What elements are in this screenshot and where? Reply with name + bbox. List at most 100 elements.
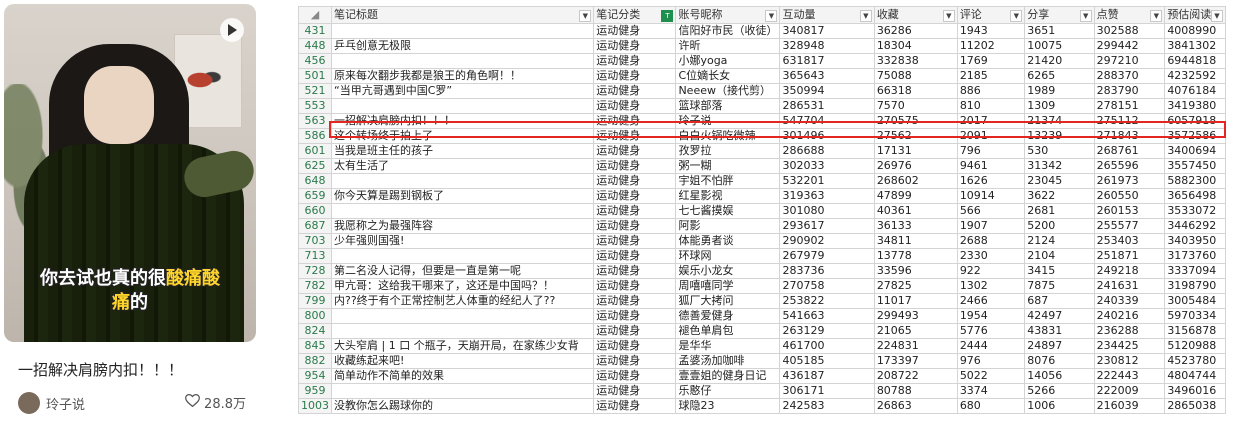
row-number[interactable]: 959	[298, 383, 332, 399]
account-cell[interactable]: 褪色单肩包	[675, 323, 781, 339]
account-cell[interactable]: C位嫡长女	[675, 68, 781, 84]
note-title-cell[interactable]: 原来每次翻步我都是狼王的角色啊！！	[330, 68, 595, 84]
likes-cell[interactable]: 255577	[1093, 218, 1166, 234]
category-cell[interactable]: 运动健身	[593, 383, 677, 399]
comments-cell[interactable]: 976	[956, 353, 1026, 369]
comments-cell[interactable]: 2091	[956, 128, 1026, 144]
likes-cell[interactable]: 278151	[1093, 98, 1166, 114]
author-name[interactable]: 玲子说	[46, 394, 85, 413]
engagement-cell[interactable]: 328948	[779, 38, 875, 54]
row-number[interactable]: 660	[298, 203, 332, 219]
note-title-cell[interactable]: 我愿称之为最强阵容	[330, 218, 595, 234]
account-cell[interactable]: 体能勇者谈	[675, 233, 781, 249]
favorites-cell[interactable]: 17131	[873, 143, 958, 159]
row-number[interactable]: 728	[298, 263, 332, 279]
note-title-cell[interactable]	[330, 23, 595, 39]
favorites-cell[interactable]: 332838	[873, 53, 958, 69]
row-number[interactable]: 448	[298, 38, 332, 54]
engagement-cell[interactable]: 436187	[779, 368, 875, 384]
favorites-cell[interactable]: 26976	[873, 158, 958, 174]
likes-cell[interactable]: 241631	[1093, 278, 1166, 294]
table-row[interactable]: 800 运动健身 德善爱健身 541663 299493 1954 42497 240216 5…	[298, 308, 1226, 324]
comments-cell[interactable]: 566	[956, 203, 1026, 219]
comments-cell[interactable]: 1907	[956, 218, 1026, 234]
engagement-cell[interactable]: 547704	[779, 113, 875, 129]
shares-cell[interactable]: 1309	[1024, 98, 1095, 114]
favorites-cell[interactable]: 27562	[873, 128, 958, 144]
row-number[interactable]: 687	[298, 218, 332, 234]
likes-cell[interactable]: 222443	[1093, 368, 1166, 384]
likes-cell[interactable]: 268761	[1093, 143, 1166, 159]
filter-dropdown-icon[interactable]: ▼	[765, 10, 778, 22]
comments-cell[interactable]: 2017	[956, 113, 1026, 129]
table-row[interactable]: 501 原来每次翻步我都是狼王的角色啊！！ 运动健身 C位嫡长女 365643 75088…	[298, 68, 1226, 84]
account-cell[interactable]: 孟婆汤加咖啡	[675, 353, 781, 369]
video-thumbnail[interactable]: 你去试也真的很酸痛酸 痛的	[4, 4, 256, 342]
row-number[interactable]: 601	[298, 143, 332, 159]
row-number[interactable]: 782	[298, 278, 332, 294]
account-cell[interactable]: 许昕	[675, 38, 781, 54]
column-header[interactable]: 笔记分类 T	[593, 6, 677, 24]
account-cell[interactable]: 孜罗拉	[675, 143, 781, 159]
favorites-cell[interactable]: 299493	[873, 308, 958, 324]
category-cell[interactable]: 运动健身	[593, 38, 677, 54]
engagement-cell[interactable]: 532201	[779, 173, 875, 189]
category-cell[interactable]: 运动健身	[593, 248, 677, 264]
comments-cell[interactable]: 2330	[956, 248, 1026, 264]
category-cell[interactable]: 运动健身	[593, 218, 677, 234]
shares-cell[interactable]: 24897	[1024, 338, 1095, 354]
account-cell[interactable]: 红星影视	[675, 188, 781, 204]
note-title-cell[interactable]	[330, 173, 595, 189]
favorites-cell[interactable]: 224831	[873, 338, 958, 354]
comments-cell[interactable]: 1954	[956, 308, 1026, 324]
category-cell[interactable]: 运动健身	[593, 188, 677, 204]
shares-cell[interactable]: 3622	[1024, 188, 1095, 204]
favorites-cell[interactable]: 11017	[873, 293, 958, 309]
category-cell[interactable]: 运动健身	[593, 53, 677, 69]
table-row[interactable]: 824 运动健身 褪色单肩包 263129 21065 5776 43831 236288 31…	[298, 323, 1226, 339]
likes-cell[interactable]: 260153	[1093, 203, 1166, 219]
favorites-cell[interactable]: 33596	[873, 263, 958, 279]
note-title-cell[interactable]: 没教你怎么踢球你的	[330, 398, 595, 414]
shares-cell[interactable]: 21374	[1024, 113, 1095, 129]
row-number[interactable]: 648	[298, 173, 332, 189]
est-reads-cell[interactable]: 5970334	[1164, 308, 1226, 324]
account-cell[interactable]: 阿影	[675, 218, 781, 234]
column-header[interactable]: 收藏 ▼	[873, 6, 958, 24]
favorites-cell[interactable]: 36133	[873, 218, 958, 234]
est-reads-cell[interactable]: 3400694	[1164, 143, 1226, 159]
est-reads-cell[interactable]: 3496016	[1164, 383, 1226, 399]
table-row[interactable]: 687 我愿称之为最强阵容 运动健身 阿影 293617 36133 1907 5200 255…	[298, 218, 1226, 234]
note-title-cell[interactable]: 乒乓创意无极限	[330, 38, 595, 54]
shares-cell[interactable]: 21420	[1024, 53, 1095, 69]
note-title-cell[interactable]	[330, 53, 595, 69]
note-title-cell[interactable]: 太有生活了	[330, 158, 595, 174]
likes-cell[interactable]: 236288	[1093, 323, 1166, 339]
shares-cell[interactable]: 2124	[1024, 233, 1095, 249]
filter-dropdown-icon[interactable]: ▼	[1211, 10, 1223, 22]
note-title-cell[interactable]	[330, 383, 595, 399]
column-header[interactable]: 评论 ▼	[956, 6, 1026, 24]
category-cell[interactable]: 运动健身	[593, 263, 677, 279]
likes-cell[interactable]: 297210	[1093, 53, 1166, 69]
favorites-cell[interactable]: 7570	[873, 98, 958, 114]
table-row[interactable]: 782 甲亢哥：这给我干哪来了，这还是中国吗？！ 运动健身 周嘻嘻同学 270758 27…	[298, 278, 1226, 294]
est-reads-cell[interactable]: 2865038	[1164, 398, 1226, 414]
est-reads-cell[interactable]: 3005484	[1164, 293, 1226, 309]
note-title-cell[interactable]: 收藏练起来吧!	[330, 353, 595, 369]
row-number[interactable]: 625	[298, 158, 332, 174]
category-cell[interactable]: 运动健身	[593, 113, 677, 129]
account-cell[interactable]: 乐憨仔	[675, 383, 781, 399]
table-row[interactable]: 431 运动健身 信阳好市民（收徒） 340817 36286 1943 3651 30258…	[298, 23, 1226, 39]
engagement-cell[interactable]: 631817	[779, 53, 875, 69]
comments-cell[interactable]: 1626	[956, 173, 1026, 189]
table-row[interactable]: 660 运动健身 七七酱摸娱 301080 40361 566 2681 260153 3533…	[298, 203, 1226, 219]
row-number[interactable]: 586	[298, 128, 332, 144]
table-row[interactable]: 521 “当甲亢哥遇到中国C罗” 运动健身 Neeew（接代剪） 350994 66318…	[298, 83, 1226, 99]
table-row[interactable]: 648 运动健身 宇姐不怕胖 532201 268602 1626 23045 261973 5…	[298, 173, 1226, 189]
category-cell[interactable]: 运动健身	[593, 308, 677, 324]
account-cell[interactable]: 宇姐不怕胖	[675, 173, 781, 189]
shares-cell[interactable]: 5266	[1024, 383, 1095, 399]
account-cell[interactable]: 七七酱摸娱	[675, 203, 781, 219]
note-title-cell[interactable]: 简单动作不简单的效果	[330, 368, 595, 384]
